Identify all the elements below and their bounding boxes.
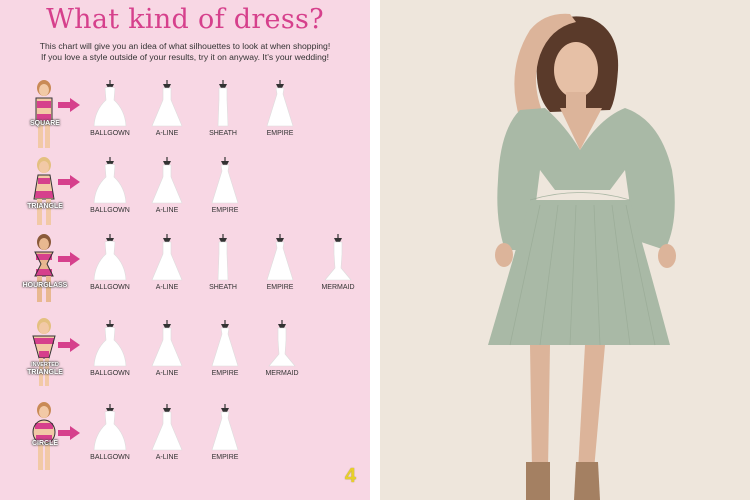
row-square: SQUARE BALLGOWN A-LINE SHEATH EMPIRE xyxy=(0,78,370,158)
dress-empire: EMPIRE xyxy=(205,157,245,214)
arrow-icon xyxy=(58,426,80,440)
arrow-icon xyxy=(58,252,80,266)
figure-illustration xyxy=(33,157,55,225)
chart-subtitle: This chart will give you an idea of what… xyxy=(8,41,362,63)
dress-ballgown: BALLGOWN xyxy=(90,234,130,291)
dress-empire: EMPIRE xyxy=(260,234,300,291)
dress-empire: EMPIRE xyxy=(205,404,245,461)
figure-illustration xyxy=(32,318,56,386)
model-photo xyxy=(380,0,750,500)
dress-empire: EMPIRE xyxy=(205,320,245,377)
model-in-wrap-dress-image xyxy=(380,0,750,500)
row-circle: CIRCLE BALLGOWN A-LINE EMPIRE xyxy=(0,402,370,482)
dress-sheath: SHEATH xyxy=(203,234,243,291)
body-figure-hourglass: HOURGLASS xyxy=(22,232,68,304)
dress-a-line: A-LINE xyxy=(147,157,187,214)
body-label-hourglass: HOURGLASS xyxy=(22,282,68,289)
dress-a-line: A-LINE xyxy=(147,80,187,137)
row-triangle: TRIANGLE BALLGOWN A-LINE EMPIRE xyxy=(0,155,370,235)
page-number: 4 xyxy=(344,465,356,487)
body-label-triangle: TRIANGLE xyxy=(27,203,63,210)
row-inverted-triangle: INVERTED TRIANGLE BALLGOWN A-LINE EMPIRE… xyxy=(0,318,370,398)
row-hourglass: HOURGLASS BALLGOWN A-LINE SHEATH EMPIRE … xyxy=(0,232,370,312)
body-label-square: SQUARE xyxy=(30,120,60,127)
dress-mermaid: MERMAID xyxy=(262,320,302,377)
subtitle-line-2: If you love a style outside of your resu… xyxy=(40,52,330,62)
arrow-icon xyxy=(58,338,80,352)
dress-ballgown: BALLGOWN xyxy=(90,320,130,377)
body-figure-square: SQUARE xyxy=(22,78,68,150)
body-label-inverted: INVERTED xyxy=(31,362,59,368)
dress-ballgown: BALLGOWN xyxy=(90,157,130,214)
dress-ballgown: BALLGOWN xyxy=(90,80,130,137)
arrow-icon xyxy=(58,175,80,189)
subtitle-line-1: This chart will give you an idea of what… xyxy=(39,41,331,51)
body-figure-inverted-triangle: INVERTED TRIANGLE xyxy=(22,318,68,390)
chart-title: What kind of dress? xyxy=(46,4,324,35)
body-label-triangle: TRIANGLE xyxy=(27,369,63,376)
dress-a-line: A-LINE xyxy=(147,404,187,461)
dress-ballgown: BALLGOWN xyxy=(90,404,130,461)
dress-a-line: A-LINE xyxy=(147,320,187,377)
body-figure-triangle: TRIANGLE xyxy=(22,155,68,227)
figure-illustration xyxy=(34,234,54,302)
body-label-circle: CIRCLE xyxy=(31,440,59,447)
arrow-icon xyxy=(58,98,80,112)
dress-mermaid: MERMAID xyxy=(318,234,358,291)
figure-illustration xyxy=(35,80,53,148)
dress-a-line: A-LINE xyxy=(147,234,187,291)
dress-silhouette-chart: What kind of dress? This chart will give… xyxy=(0,0,370,500)
dress-empire: EMPIRE xyxy=(260,80,300,137)
dress-sheath: SHEATH xyxy=(203,80,243,137)
